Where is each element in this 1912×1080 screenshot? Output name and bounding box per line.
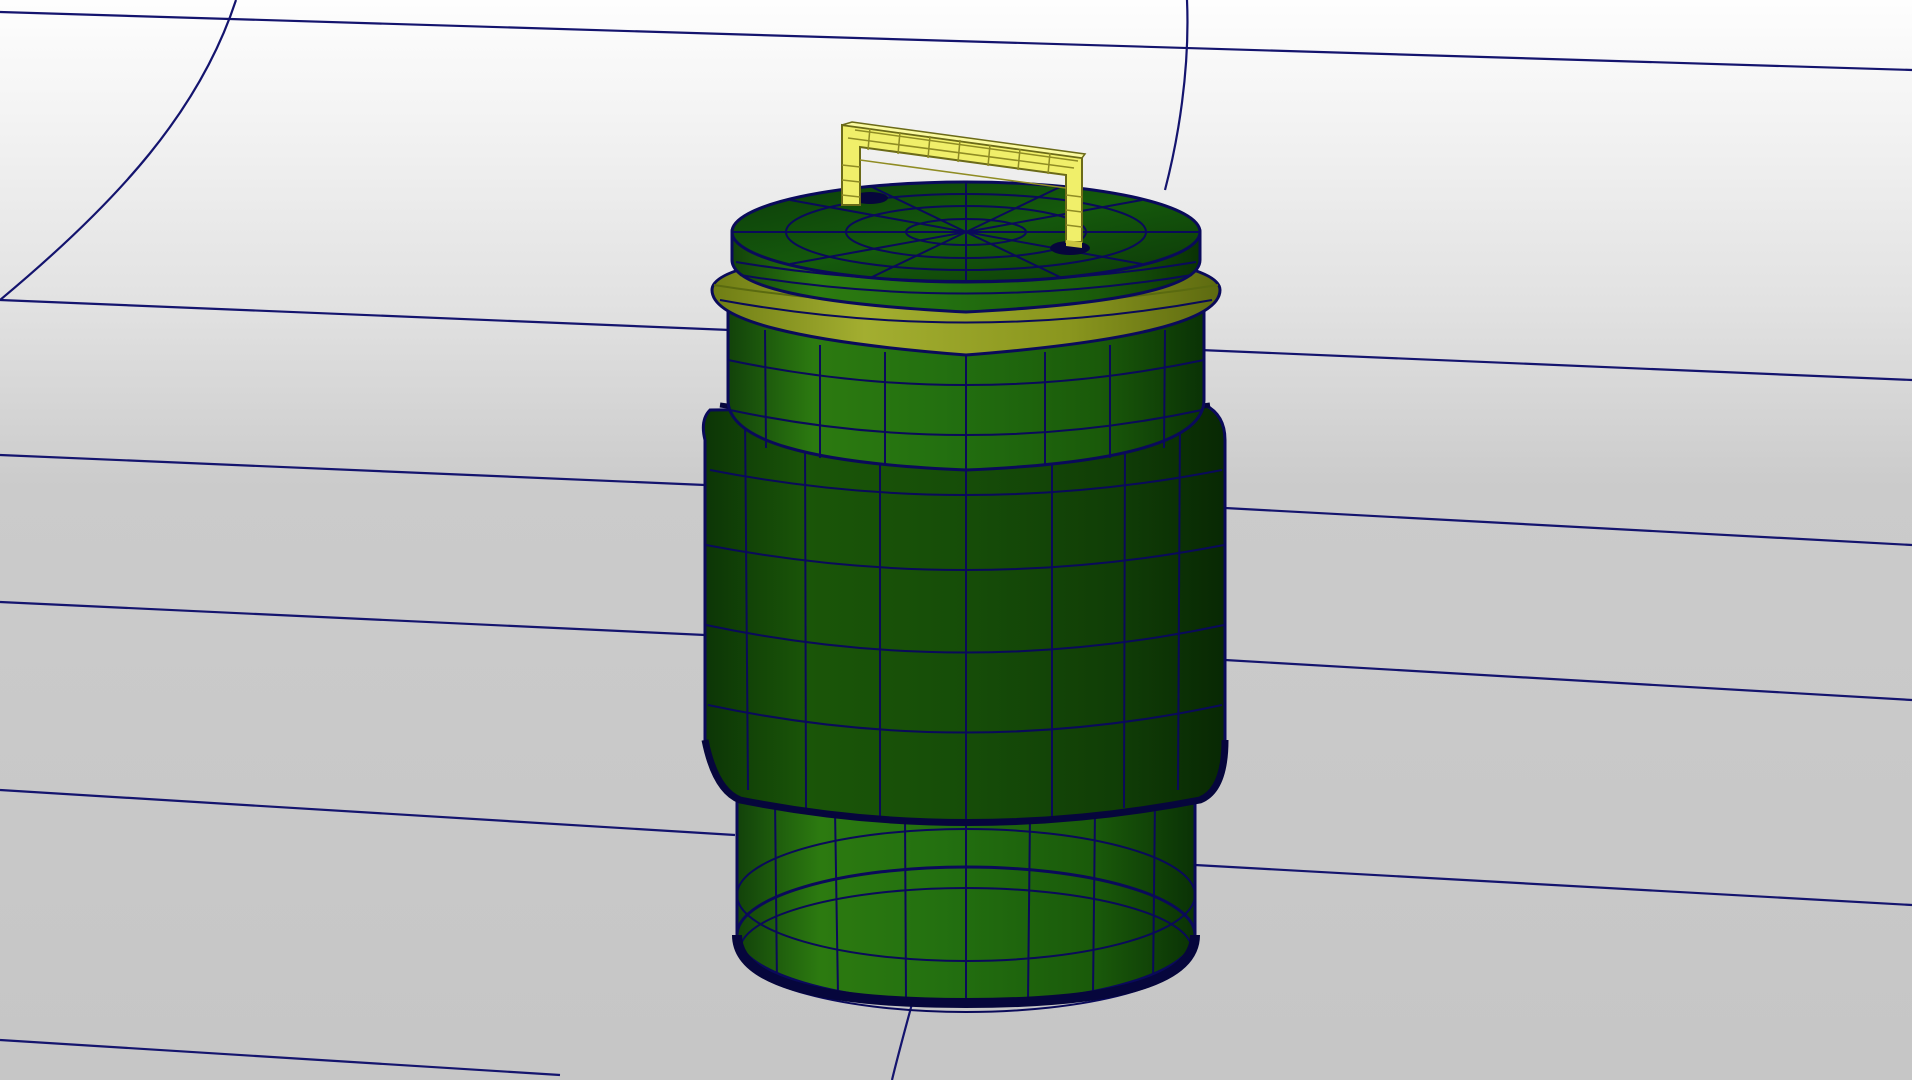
scene-canvas[interactable]: [0, 0, 1912, 1080]
top-cap: [730, 180, 1202, 314]
air-spring-model[interactable]: [701, 121, 1229, 1013]
3d-viewport[interactable]: [0, 0, 1912, 1080]
